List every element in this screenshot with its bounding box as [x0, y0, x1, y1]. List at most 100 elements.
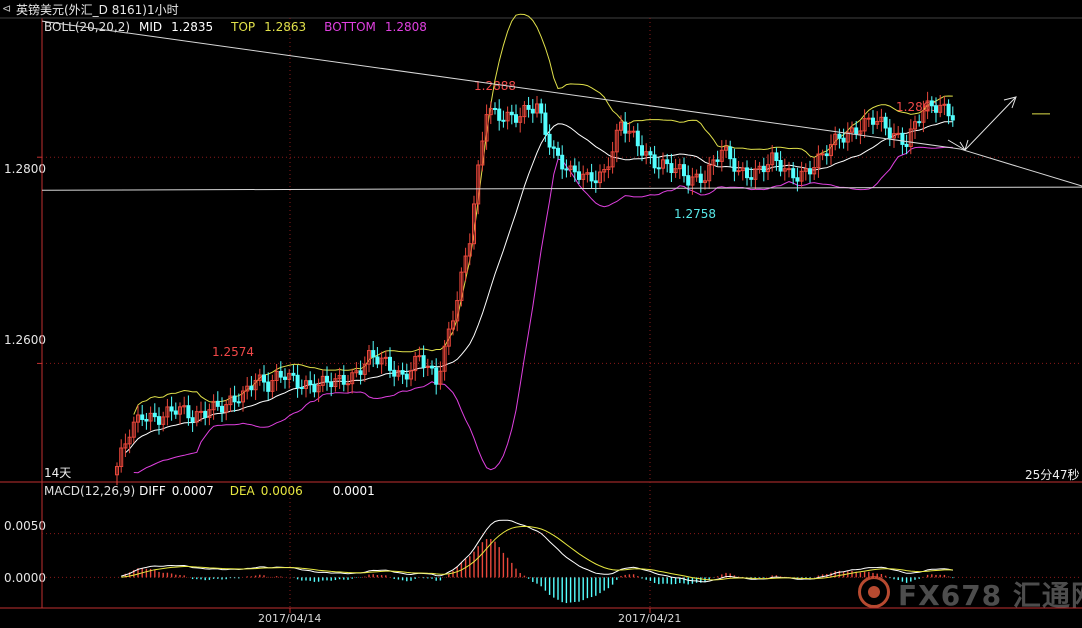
candle-body	[589, 172, 594, 182]
candle-body	[434, 367, 439, 385]
candle-body	[593, 180, 598, 184]
candle-body	[526, 105, 531, 110]
candle-body	[732, 158, 737, 172]
candle-body	[745, 167, 749, 179]
candle-body	[904, 143, 909, 147]
candle-body	[262, 374, 266, 383]
candle-body	[950, 115, 955, 121]
candle-body	[341, 374, 346, 385]
candle-body	[635, 130, 640, 147]
macd-diff-line	[121, 519, 953, 583]
candle-body	[375, 356, 380, 365]
candle-body	[736, 170, 741, 173]
candle-body	[232, 395, 237, 403]
candle-body	[560, 154, 565, 170]
candle-body	[530, 108, 535, 114]
boll-bottom-line	[133, 146, 953, 474]
candle-body	[808, 168, 812, 175]
candle-body	[169, 406, 174, 412]
candle-body	[820, 153, 825, 156]
candle-body	[631, 130, 636, 133]
candle-body	[497, 108, 502, 121]
candle-body	[421, 355, 426, 368]
candle-body	[266, 381, 271, 392]
candle-body	[400, 370, 405, 375]
resistance-trendline-ext	[959, 148, 1082, 187]
candle-body	[698, 173, 703, 183]
forecast-path	[947, 97, 1016, 151]
candle-body	[152, 412, 157, 418]
candle-body	[854, 127, 859, 135]
candle-body	[543, 112, 548, 135]
candle-body	[837, 133, 842, 139]
candle-body	[215, 400, 220, 407]
candle-body	[371, 350, 376, 358]
candle-body	[665, 159, 670, 165]
candle-body	[249, 385, 254, 391]
candle-body	[186, 405, 191, 419]
candle-body	[946, 103, 951, 117]
candle-body	[795, 177, 800, 182]
candle-body	[547, 133, 552, 148]
candle-body	[404, 373, 409, 380]
candle-body	[199, 410, 203, 413]
candle-body	[652, 154, 657, 169]
candle-body	[917, 121, 922, 124]
candle-body	[514, 114, 518, 123]
candle-body	[190, 417, 195, 423]
candle-body	[761, 165, 766, 173]
candle-body	[329, 381, 334, 388]
macd-dea-line	[121, 525, 953, 581]
candle-body	[791, 168, 796, 179]
candle-body	[509, 111, 514, 116]
candle-body	[900, 132, 905, 145]
candle-body	[556, 147, 560, 156]
candle-body	[173, 410, 178, 415]
candle-body	[157, 416, 161, 425]
boll-top-line	[133, 13, 953, 415]
candle-body	[572, 165, 577, 173]
candle-body	[866, 117, 871, 120]
candle-body	[715, 159, 720, 162]
candle-body	[871, 117, 875, 125]
candle-body	[929, 100, 934, 107]
candle-body	[774, 152, 779, 161]
candle-body	[728, 146, 733, 160]
candle-body	[887, 127, 892, 139]
candle-body	[896, 132, 901, 135]
boll-mid-line	[125, 121, 953, 454]
price-chart[interactable]	[0, 0, 1082, 628]
candle-body	[686, 175, 691, 186]
candle-body	[824, 153, 829, 157]
candle-body	[392, 369, 397, 377]
resistance-trendline	[41, 20, 961, 150]
candle-body	[934, 105, 938, 113]
candle-body	[648, 151, 653, 156]
candle-body	[346, 383, 350, 386]
candle-body	[493, 108, 497, 111]
candle-body	[383, 356, 388, 359]
candle-body	[501, 119, 506, 122]
candle-body	[295, 374, 300, 388]
candle-body	[236, 401, 241, 404]
candle-body	[749, 177, 754, 180]
candle-body	[140, 414, 145, 420]
candle-body	[640, 145, 644, 156]
candle-body	[430, 365, 434, 369]
candle-body	[312, 383, 317, 393]
candle-body	[564, 168, 569, 171]
candle-body	[778, 159, 783, 172]
candle-body	[669, 163, 674, 174]
candle-body	[325, 375, 329, 383]
candle-body	[283, 376, 287, 380]
candle-body	[291, 372, 296, 376]
support-line	[41, 186, 1082, 191]
candle-body	[539, 103, 544, 114]
candle-body	[623, 121, 628, 134]
candle-body	[551, 146, 556, 149]
candle-body	[417, 355, 422, 358]
candle-body	[388, 356, 392, 371]
candle-body	[883, 116, 888, 129]
candle-body	[220, 405, 224, 413]
candle-body	[299, 386, 304, 389]
